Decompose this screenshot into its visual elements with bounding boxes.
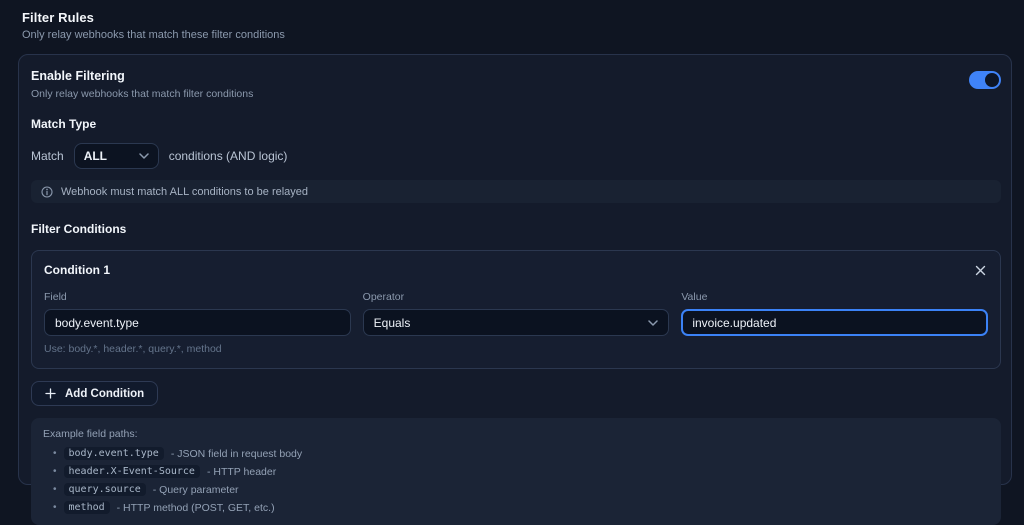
example-code: body.event.type: [63, 447, 164, 460]
operator-select[interactable]: Equals: [362, 309, 670, 336]
example-description: - Query parameter: [152, 483, 239, 496]
enable-filtering-row: Enable Filtering Only relay webhooks tha…: [31, 69, 1001, 100]
match-info-banner: Webhook must match ALL conditions to be …: [31, 180, 1001, 203]
value-label: Value: [681, 291, 708, 303]
add-condition-label: Add Condition: [65, 387, 145, 400]
remove-condition-button[interactable]: [973, 263, 988, 278]
chevron-down-icon: [138, 153, 149, 159]
example-code: method: [63, 501, 110, 514]
chevron-down-icon: [648, 319, 659, 326]
info-icon: [41, 185, 53, 198]
list-item: method - HTTP method (POST, GET, etc.): [43, 501, 989, 514]
match-prefix-label: Match: [31, 149, 64, 163]
example-code: query.source: [63, 483, 146, 496]
bullet-icon: [53, 485, 57, 495]
operator-label: Operator: [362, 291, 405, 303]
condition-card: Condition 1 Field Use: body.*, header.*,…: [31, 250, 1001, 369]
example-paths-box: Example field paths: body.event.type - J…: [31, 418, 1001, 525]
example-description: - HTTP method (POST, GET, etc.): [116, 501, 275, 514]
condition-card-header: Condition 1: [44, 263, 988, 278]
match-type-select[interactable]: ALL: [73, 143, 159, 169]
match-type-selected-value: ALL: [83, 149, 108, 163]
condition-fields: Field Use: body.*, header.*, query.*, me…: [44, 291, 988, 355]
enable-filtering-title: Enable Filtering: [31, 69, 125, 83]
add-condition-button[interactable]: Add Condition: [31, 381, 159, 406]
enable-filtering-subtitle: Only relay webhooks that match filter co…: [31, 88, 254, 100]
match-type-heading: Match Type: [31, 117, 97, 131]
example-description: - HTTP header: [206, 465, 277, 478]
bullet-icon: [53, 449, 57, 459]
field-column: Field Use: body.*, header.*, query.*, me…: [44, 291, 351, 355]
field-label: Field: [44, 291, 67, 303]
page-header: Filter Rules Only relay webhooks that ma…: [0, 0, 1024, 41]
close-icon: [975, 265, 986, 276]
match-type-row: Match ALL conditions (AND logic): [31, 143, 1001, 169]
field-helper-text: Use: body.*, header.*, query.*, method: [44, 343, 222, 355]
operator-selected-value: Equals: [373, 315, 411, 330]
page-title: Filter Rules: [22, 10, 94, 25]
field-input[interactable]: [44, 309, 351, 336]
bullet-icon: [53, 467, 57, 477]
match-suffix-label: conditions (AND logic): [168, 149, 288, 163]
list-item: header.X-Event-Source - HTTP header: [43, 465, 989, 478]
filter-conditions-heading: Filter Conditions: [31, 222, 127, 236]
example-paths-heading: Example field paths:: [43, 428, 138, 440]
plus-icon: [45, 388, 56, 399]
enable-filtering-text: Enable Filtering Only relay webhooks tha…: [31, 69, 253, 100]
operator-column: Operator Equals: [362, 291, 670, 355]
filter-rules-panel: Enable Filtering Only relay webhooks tha…: [18, 54, 1012, 525]
example-code: header.X-Event-Source: [63, 465, 200, 478]
enable-filtering-toggle[interactable]: [969, 71, 1001, 89]
value-column: Value: [681, 291, 988, 355]
match-info-text: Webhook must match ALL conditions to be …: [61, 185, 309, 198]
list-item: body.event.type - JSON field in request …: [43, 447, 989, 460]
bullet-icon: [53, 503, 57, 513]
page-subtitle: Only relay webhooks that match these fil…: [22, 29, 285, 41]
toggle-knob: [985, 73, 999, 87]
list-item: query.source - Query parameter: [43, 483, 989, 496]
value-input[interactable]: [681, 309, 988, 336]
condition-title: Condition 1: [44, 263, 110, 277]
example-description: - JSON field in request body: [170, 447, 303, 460]
